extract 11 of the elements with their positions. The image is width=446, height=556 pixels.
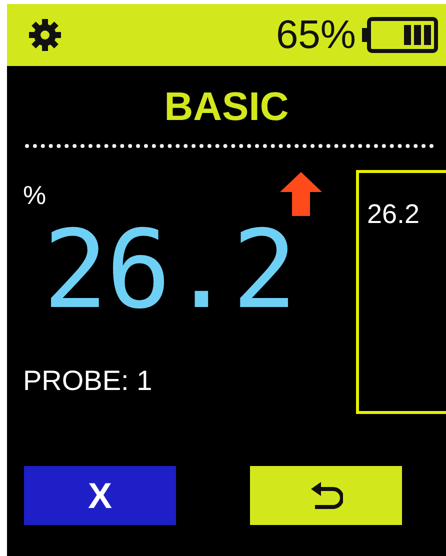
probe-label: PROBE: 1 [23, 365, 152, 397]
settings-icon[interactable] [27, 17, 63, 53]
reading-display: 26.2 [43, 221, 296, 321]
battery-icon [362, 17, 438, 53]
panel-value: 26.2 [367, 199, 420, 229]
unit-label: % [23, 180, 46, 211]
battery-percent: 65% [276, 12, 356, 58]
cancel-button[interactable]: X [24, 466, 176, 525]
mode-title: BASIC [163, 84, 290, 130]
back-button[interactable] [250, 466, 402, 525]
return-icon [309, 480, 343, 510]
